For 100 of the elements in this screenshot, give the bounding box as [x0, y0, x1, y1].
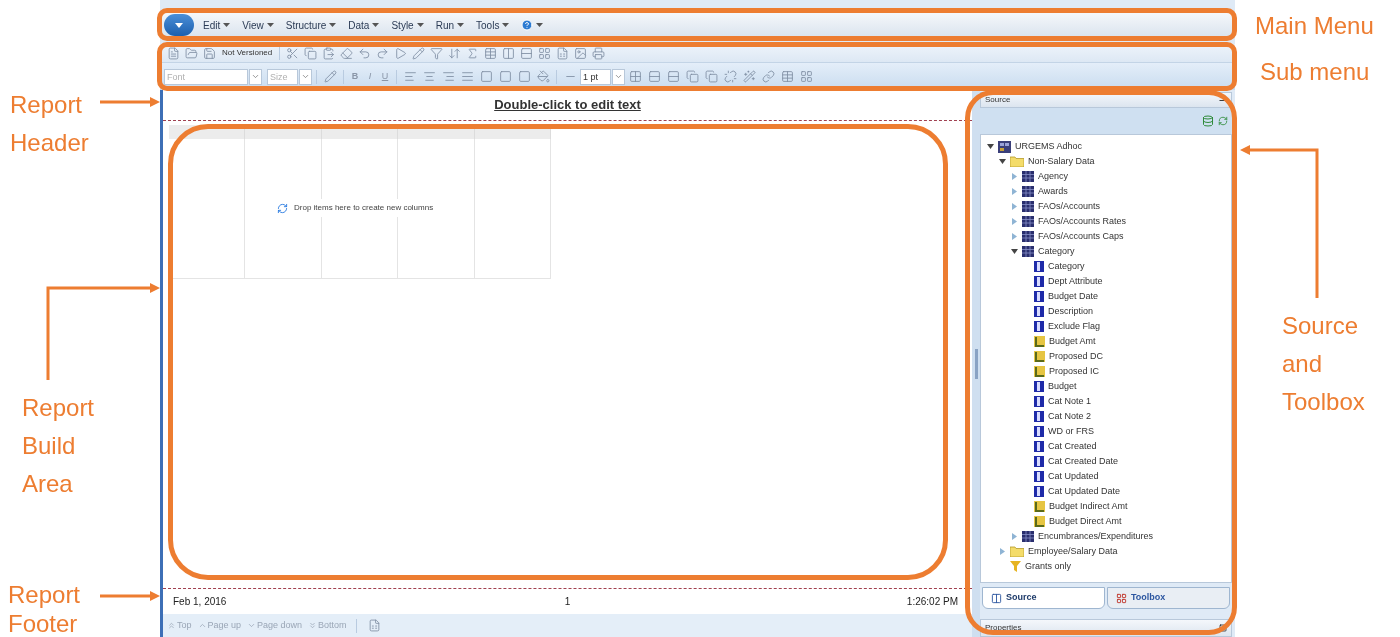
caret-icon	[266, 23, 274, 27]
tree-item[interactable]: Agency	[1038, 169, 1069, 184]
tree-item[interactable]: Budget	[1048, 379, 1077, 394]
tree-item[interactable]: Budget Indirect Amt	[1049, 499, 1128, 514]
link-icon[interactable]	[759, 67, 777, 86]
expand-arrow-icon[interactable]	[1011, 173, 1018, 180]
menu-item[interactable]: Run	[432, 17, 468, 33]
font-color-icon[interactable]	[321, 67, 339, 86]
collapse-arrow-icon[interactable]	[1011, 248, 1018, 255]
table-icon	[1022, 531, 1034, 542]
database-icon	[998, 140, 1011, 153]
maximize-icon[interactable]	[1219, 624, 1227, 632]
expand-arrow-icon[interactable]	[1011, 233, 1018, 240]
chevron-icon	[197, 621, 207, 630]
tree-item[interactable]: Category	[1048, 259, 1085, 274]
collapse-arrow-icon[interactable]	[999, 158, 1006, 165]
measure-icon	[1034, 336, 1045, 347]
wand-icon[interactable]	[740, 67, 758, 86]
callout-label: Report Header	[10, 90, 90, 158]
caret-icon	[457, 23, 465, 27]
tree-item[interactable]: Non-Salary Data	[1028, 154, 1095, 169]
tree-item[interactable]: Cat Note 2	[1048, 409, 1092, 424]
tree-item[interactable]: Exclude Flag	[1048, 319, 1101, 334]
menu-item[interactable]: Edit	[200, 17, 234, 33]
funnel-icon	[1010, 561, 1021, 572]
database-icon[interactable]	[1202, 115, 1214, 127]
dropdown-button[interactable]	[299, 68, 312, 85]
menu-item[interactable]: View	[239, 17, 277, 33]
tree-item[interactable]: Cat Updated Date	[1048, 484, 1121, 499]
dimension-icon	[1034, 426, 1044, 437]
tree-item[interactable]: Dept Attribute	[1048, 274, 1103, 289]
expand-arrow-icon[interactable]	[1011, 218, 1018, 225]
panel-tab[interactable]: Source	[982, 587, 1105, 609]
menu-item[interactable]: Structure	[282, 17, 340, 33]
copy-icon[interactable]	[301, 44, 320, 62]
menu-item[interactable]: Data	[345, 17, 383, 33]
dimension-icon	[1034, 276, 1044, 287]
measure-icon	[1034, 501, 1045, 512]
table-icon	[1022, 186, 1034, 197]
dimension-icon	[1034, 381, 1044, 392]
version-status: Not Versioned	[222, 47, 273, 59]
collapse-arrow-icon[interactable]	[987, 143, 994, 150]
caret-icon	[175, 22, 183, 28]
expand-arrow-icon[interactable]	[1011, 203, 1018, 210]
caret-icon	[416, 23, 424, 27]
dimension-icon	[1034, 396, 1044, 407]
expand-arrow-icon[interactable]	[1011, 188, 1018, 195]
dropdown-button[interactable]	[612, 68, 625, 85]
tree-item[interactable]: Description	[1048, 304, 1094, 319]
tree-item[interactable]: Budget Direct Amt	[1049, 514, 1122, 529]
tree-item[interactable]: WD or FRS	[1048, 424, 1094, 439]
unlink-icon[interactable]	[721, 67, 739, 86]
menu-item[interactable]: Style	[388, 17, 427, 33]
dimension-icon	[1034, 456, 1044, 467]
font-select[interactable]: Font	[164, 68, 248, 85]
dropdown-button[interactable]	[249, 68, 262, 85]
callout-label: Sub menu	[1260, 57, 1370, 87]
expand-arrow-icon[interactable]	[999, 548, 1006, 555]
chevron-down-icon	[301, 72, 310, 81]
tree-item[interactable]: Category	[1038, 244, 1075, 259]
printer-icon[interactable]	[589, 44, 608, 62]
callout-label: Report Footer	[8, 580, 82, 637]
dimension-icon	[1034, 486, 1044, 497]
tree-item[interactable]: Budget Date	[1048, 289, 1099, 304]
panel-title: Source	[985, 94, 1011, 106]
menu-item[interactable]: Tools	[473, 17, 513, 33]
caret-icon	[502, 23, 510, 27]
app-menu-button[interactable]	[164, 14, 194, 36]
pencil-icon[interactable]	[409, 44, 428, 62]
tree-item[interactable]: Awards	[1038, 184, 1068, 199]
tree-item[interactable]: Proposed IC	[1049, 364, 1100, 379]
tree-item[interactable]: Cat Updated	[1048, 469, 1099, 484]
tree-item[interactable]: FAOs/Accounts Caps	[1038, 229, 1124, 244]
table-icon	[1022, 201, 1034, 212]
refresh-icon[interactable]	[1218, 116, 1228, 126]
report-header-text[interactable]: Double-click to edit text	[494, 95, 641, 115]
tree-item[interactable]: Encumbrances/Expenditures	[1038, 529, 1154, 544]
tree-item[interactable]: Cat Note 1	[1048, 394, 1092, 409]
line-width-select[interactable]: 1 pt	[580, 68, 611, 85]
tree-item[interactable]: Proposed DC	[1049, 349, 1104, 364]
drop-hint: Drop items here to create new columns	[294, 202, 434, 214]
dimension-icon	[1034, 411, 1044, 422]
panel-tab[interactable]: Toolbox	[1107, 587, 1230, 609]
callout-label: Report Build Area	[22, 393, 96, 499]
callout-arrow	[100, 97, 160, 107]
tree-item[interactable]: Grants only	[1025, 559, 1072, 574]
tree-item[interactable]: FAOs/Accounts Rates	[1038, 214, 1127, 229]
callout-label: Source and Toolbox	[1282, 311, 1366, 417]
tree-item[interactable]: Cat Created Date	[1048, 454, 1119, 469]
toolbox-icon	[1116, 592, 1127, 604]
size-select[interactable]: Size	[267, 68, 298, 85]
measure-icon	[1034, 366, 1045, 377]
tree-item[interactable]: URGEMS Adhoc	[1015, 139, 1083, 154]
expand-arrow-icon[interactable]	[1011, 533, 1018, 540]
footer-date: Feb 1, 2016	[172, 595, 228, 609]
tree-item[interactable]: Cat Created	[1048, 439, 1097, 454]
tree-item[interactable]: Budget Amt	[1049, 334, 1096, 349]
tree-item[interactable]: Employee/Salary Data	[1028, 544, 1118, 559]
caret-icon	[329, 23, 337, 27]
tree-item[interactable]: FAOs/Accounts	[1038, 199, 1101, 214]
